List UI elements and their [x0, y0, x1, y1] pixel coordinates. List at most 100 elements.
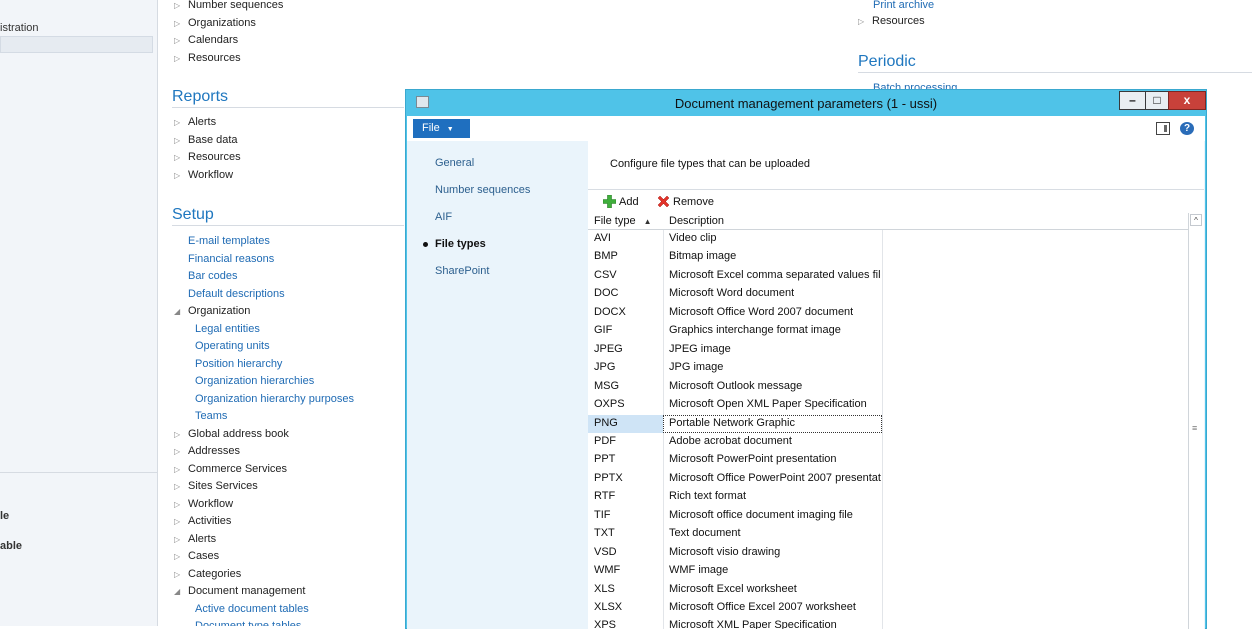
description-cell[interactable]: Microsoft Word document: [669, 287, 794, 299]
left-nav-item[interactable]: able: [0, 540, 22, 552]
file-type-cell[interactable]: JPEG: [594, 343, 623, 355]
setup-link[interactable]: Bar codes: [188, 268, 238, 286]
description-cell[interactable]: Adobe acrobat document: [669, 435, 792, 447]
table-row[interactable]: TIF Microsoft office document imaging fil…: [588, 507, 1188, 525]
file-type-cell[interactable]: TIF: [594, 509, 611, 521]
file-type-cell[interactable]: AVI: [594, 232, 611, 244]
left-nav-selected-item[interactable]: [0, 36, 153, 53]
scroll-up-arrow-icon[interactable]: ^: [1190, 214, 1202, 226]
setup-group-item[interactable]: ▷ Sites Services: [174, 478, 258, 496]
table-row[interactable]: GIF Graphics interchange format image: [588, 322, 1188, 340]
file-menu-button[interactable]: File ▼: [413, 119, 470, 138]
nav-group-item[interactable]: ▷ Organizations: [174, 15, 256, 33]
add-button[interactable]: Add: [602, 194, 639, 209]
maximize-button[interactable]: □: [1145, 91, 1169, 110]
table-row[interactable]: PPT Microsoft PowerPoint presentation: [588, 451, 1188, 469]
description-cell[interactable]: Portable Network Graphic: [669, 417, 795, 429]
setup-link[interactable]: Organization hierarchy purposes: [195, 391, 354, 409]
table-row[interactable]: PPTX Microsoft Office PowerPoint 2007 pre…: [588, 470, 1188, 488]
tab-file-types[interactable]: File types: [423, 238, 486, 250]
left-nav-item[interactable]: le: [0, 510, 9, 522]
table-row[interactable]: BMP Bitmap image: [588, 248, 1188, 266]
remove-button[interactable]: Remove: [657, 195, 714, 208]
setup-link[interactable]: Organization hierarchies: [195, 373, 314, 391]
table-row[interactable]: MSG Microsoft Outlook message: [588, 378, 1188, 396]
table-row[interactable]: TXT Text document: [588, 525, 1188, 543]
reports-group-item[interactable]: ▷ Resources: [174, 149, 241, 167]
file-type-cell[interactable]: PPTX: [594, 472, 623, 484]
description-column-header[interactable]: Description: [669, 215, 724, 227]
setup-link[interactable]: Teams: [195, 408, 227, 426]
description-cell[interactable]: Microsoft Office Word 2007 document: [669, 306, 853, 318]
description-cell[interactable]: Video clip: [669, 232, 717, 244]
table-row[interactable]: VSD Microsoft visio drawing: [588, 544, 1188, 562]
setup-link[interactable]: Active document tables: [195, 601, 309, 619]
description-cell[interactable]: WMF image: [669, 564, 728, 576]
description-cell[interactable]: Text document: [669, 527, 741, 539]
file-type-cell[interactable]: PNG: [594, 417, 618, 429]
table-row[interactable]: DOC Microsoft Word document: [588, 285, 1188, 303]
nav-group-item[interactable]: ▷ Calendars: [174, 32, 238, 50]
file-type-cell[interactable]: PPT: [594, 453, 615, 465]
file-type-cell[interactable]: BMP: [594, 250, 618, 262]
setup-group-item[interactable]: ▷ Commerce Services: [174, 461, 287, 479]
description-cell[interactable]: Graphics interchange format image: [669, 324, 841, 336]
setup-link[interactable]: Document type tables: [195, 618, 301, 626]
table-row[interactable]: PDF Adobe acrobat document: [588, 433, 1188, 451]
table-row[interactable]: DOCX Microsoft Office Word 2007 document: [588, 304, 1188, 322]
description-cell[interactable]: JPG image: [669, 361, 723, 373]
dialog-title-bar[interactable]: Document management parameters (1 - ussi…: [406, 90, 1206, 116]
reports-group-item[interactable]: ▷ Workflow: [174, 167, 233, 185]
setup-link[interactable]: Legal entities: [195, 321, 260, 339]
file-type-cell[interactable]: DOCX: [594, 306, 626, 318]
file-type-cell[interactable]: XLS: [594, 583, 615, 595]
file-type-cell[interactable]: WMF: [594, 564, 620, 576]
file-type-cell[interactable]: DOC: [594, 287, 618, 299]
table-row[interactable]: OXPS Microsoft Open XML Paper Specificati…: [588, 396, 1188, 414]
file-type-cell[interactable]: VSD: [594, 546, 617, 558]
grid-vertical-scrollbar[interactable]: ^ ≡: [1188, 213, 1203, 629]
left-nav-item[interactable]: istration: [0, 22, 39, 34]
description-cell[interactable]: Microsoft PowerPoint presentation: [669, 453, 837, 465]
setup-group-item[interactable]: ▷ Global address book: [174, 426, 289, 444]
description-cell[interactable]: Bitmap image: [669, 250, 736, 262]
file-type-cell[interactable]: CSV: [594, 269, 617, 281]
file-type-cell[interactable]: XPS: [594, 619, 616, 629]
table-row[interactable]: CSV Microsoft Excel comma separated value…: [588, 267, 1188, 285]
description-cell[interactable]: Microsoft Open XML Paper Specification: [669, 398, 867, 410]
nav-group-item[interactable]: ▷ Number sequences: [174, 0, 283, 15]
description-cell[interactable]: Rich text format: [669, 490, 746, 502]
description-cell[interactable]: Microsoft XML Paper Specification: [669, 619, 837, 629]
setup-group-item[interactable]: ▷ Addresses: [174, 443, 240, 461]
description-cell[interactable]: Microsoft office document imaging file: [669, 509, 853, 521]
file-type-cell[interactable]: JPG: [594, 361, 615, 373]
setup-group-item[interactable]: ▷ Workflow: [174, 496, 233, 514]
description-cell[interactable]: Microsoft Excel comma separated values f…: [669, 269, 881, 281]
setup-group-item[interactable]: ◢ Organization: [174, 303, 250, 321]
resources-group[interactable]: ▷ Resources: [858, 13, 925, 31]
file-type-cell[interactable]: GIF: [594, 324, 612, 336]
tab-number-sequences[interactable]: Number sequences: [435, 184, 530, 196]
description-cell[interactable]: Microsoft Outlook message: [669, 380, 802, 392]
file-type-cell[interactable]: TXT: [594, 527, 615, 539]
table-row[interactable]: XLS Microsoft Excel worksheet: [588, 581, 1188, 599]
help-icon[interactable]: ?: [1180, 122, 1194, 135]
setup-group-item[interactable]: ▷ Alerts: [174, 531, 216, 549]
setup-link[interactable]: Default descriptions: [188, 286, 285, 304]
setup-group-item[interactable]: ▷ Cases: [174, 548, 219, 566]
scroll-thumb-grip-icon[interactable]: ≡: [1192, 423, 1197, 433]
setup-group-item[interactable]: ◢ Document management: [174, 583, 305, 601]
file-type-cell[interactable]: OXPS: [594, 398, 625, 410]
file-type-cell[interactable]: MSG: [594, 380, 619, 392]
setup-link[interactable]: Position hierarchy: [195, 356, 282, 374]
setup-link[interactable]: Operating units: [195, 338, 270, 356]
reports-group-item[interactable]: ▷ Alerts: [174, 114, 216, 132]
file-type-column-header[interactable]: File type ▲: [594, 215, 652, 227]
table-row[interactable]: JPEG JPEG image: [588, 341, 1188, 359]
setup-link[interactable]: Financial reasons: [188, 251, 274, 269]
tab-sharepoint[interactable]: SharePoint: [435, 265, 489, 277]
table-row[interactable]: PNG Portable Network Graphic: [588, 414, 1188, 433]
minimize-button[interactable]: –: [1119, 91, 1146, 110]
layout-toggle-icon[interactable]: [1156, 122, 1170, 135]
description-cell[interactable]: Microsoft Office PowerPoint 2007 present…: [669, 472, 881, 484]
